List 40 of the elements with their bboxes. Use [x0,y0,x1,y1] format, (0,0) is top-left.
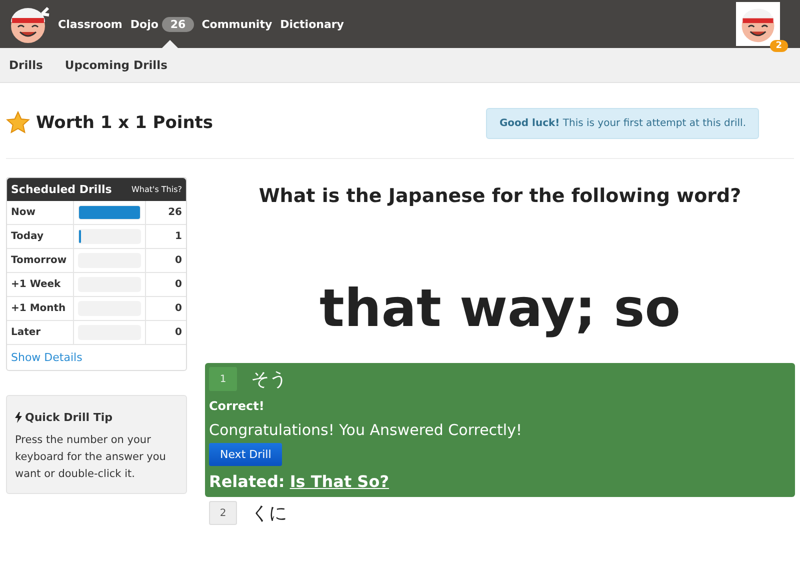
answer-number: 1 [209,367,237,391]
subnav-link[interactable]: Upcoming Drills [64,58,168,72]
nav-link[interactable]: Dojo 26 [130,0,194,48]
result-status: Correct! [209,399,266,413]
nav-link[interactable]: Dictionary [280,0,344,48]
info-alert: Good luck! This is your first attempt at this drill. [486,108,759,138]
row-count: 1 [174,230,183,244]
row-label: Tomorrow [7,249,74,272]
lightning-icon [15,412,22,423]
answer-number: 2 [209,501,237,525]
row-label: Now [7,201,74,224]
next-drill-button[interactable]: Next Drill [209,443,282,466]
row-count: 26 [167,206,183,220]
show-details-link[interactable]: Show Details [7,345,186,370]
count-badge: 26 [162,16,194,32]
row-label: +1 Month [7,297,74,320]
prompt-word: that way; so [318,279,682,339]
row-count: 0 [174,302,183,316]
row-label: +1 Week [7,273,74,296]
tip-text: Press the number on your keyboard for the answer you want or double-click it. [15,433,167,482]
nav-link[interactable]: Classroom [58,0,122,48]
row-count: 0 [174,278,183,292]
answer-text: そう [251,368,287,391]
related-label: Related: [209,472,285,491]
tip-title: Quick Drill Tip [25,411,112,424]
star-icon [6,111,30,135]
answer-option[interactable]: 2 くに [205,497,795,531]
subnav-link[interactable]: Drills [9,58,43,72]
table-title: Scheduled Drills [11,183,112,196]
row-count: 0 [174,254,183,268]
nav-link[interactable]: Community [202,0,272,48]
help-link[interactable]: What's This? [131,185,182,194]
answer-text: くに [251,502,287,525]
related-link[interactable]: Is That So? [290,472,389,491]
result-message: Congratulations! You Answered Correctly! [209,421,523,439]
points-heading: Worth 1 x 1 Points [36,113,214,133]
row-label: Later [7,321,74,344]
row-count: 0 [174,326,183,340]
question-text: What is the Japanese for the following word? [258,185,742,207]
row-label: Today [7,225,74,248]
